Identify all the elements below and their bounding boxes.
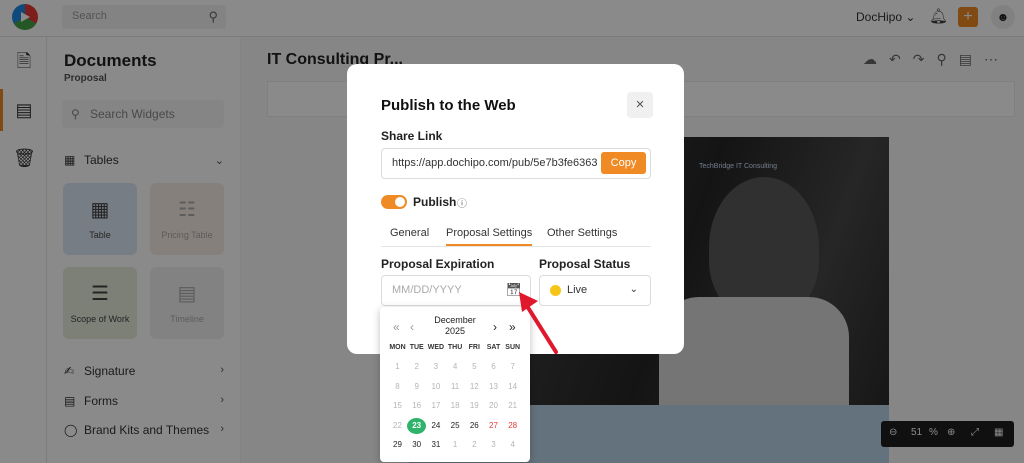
pointer-arrow-icon bbox=[519, 292, 558, 354]
